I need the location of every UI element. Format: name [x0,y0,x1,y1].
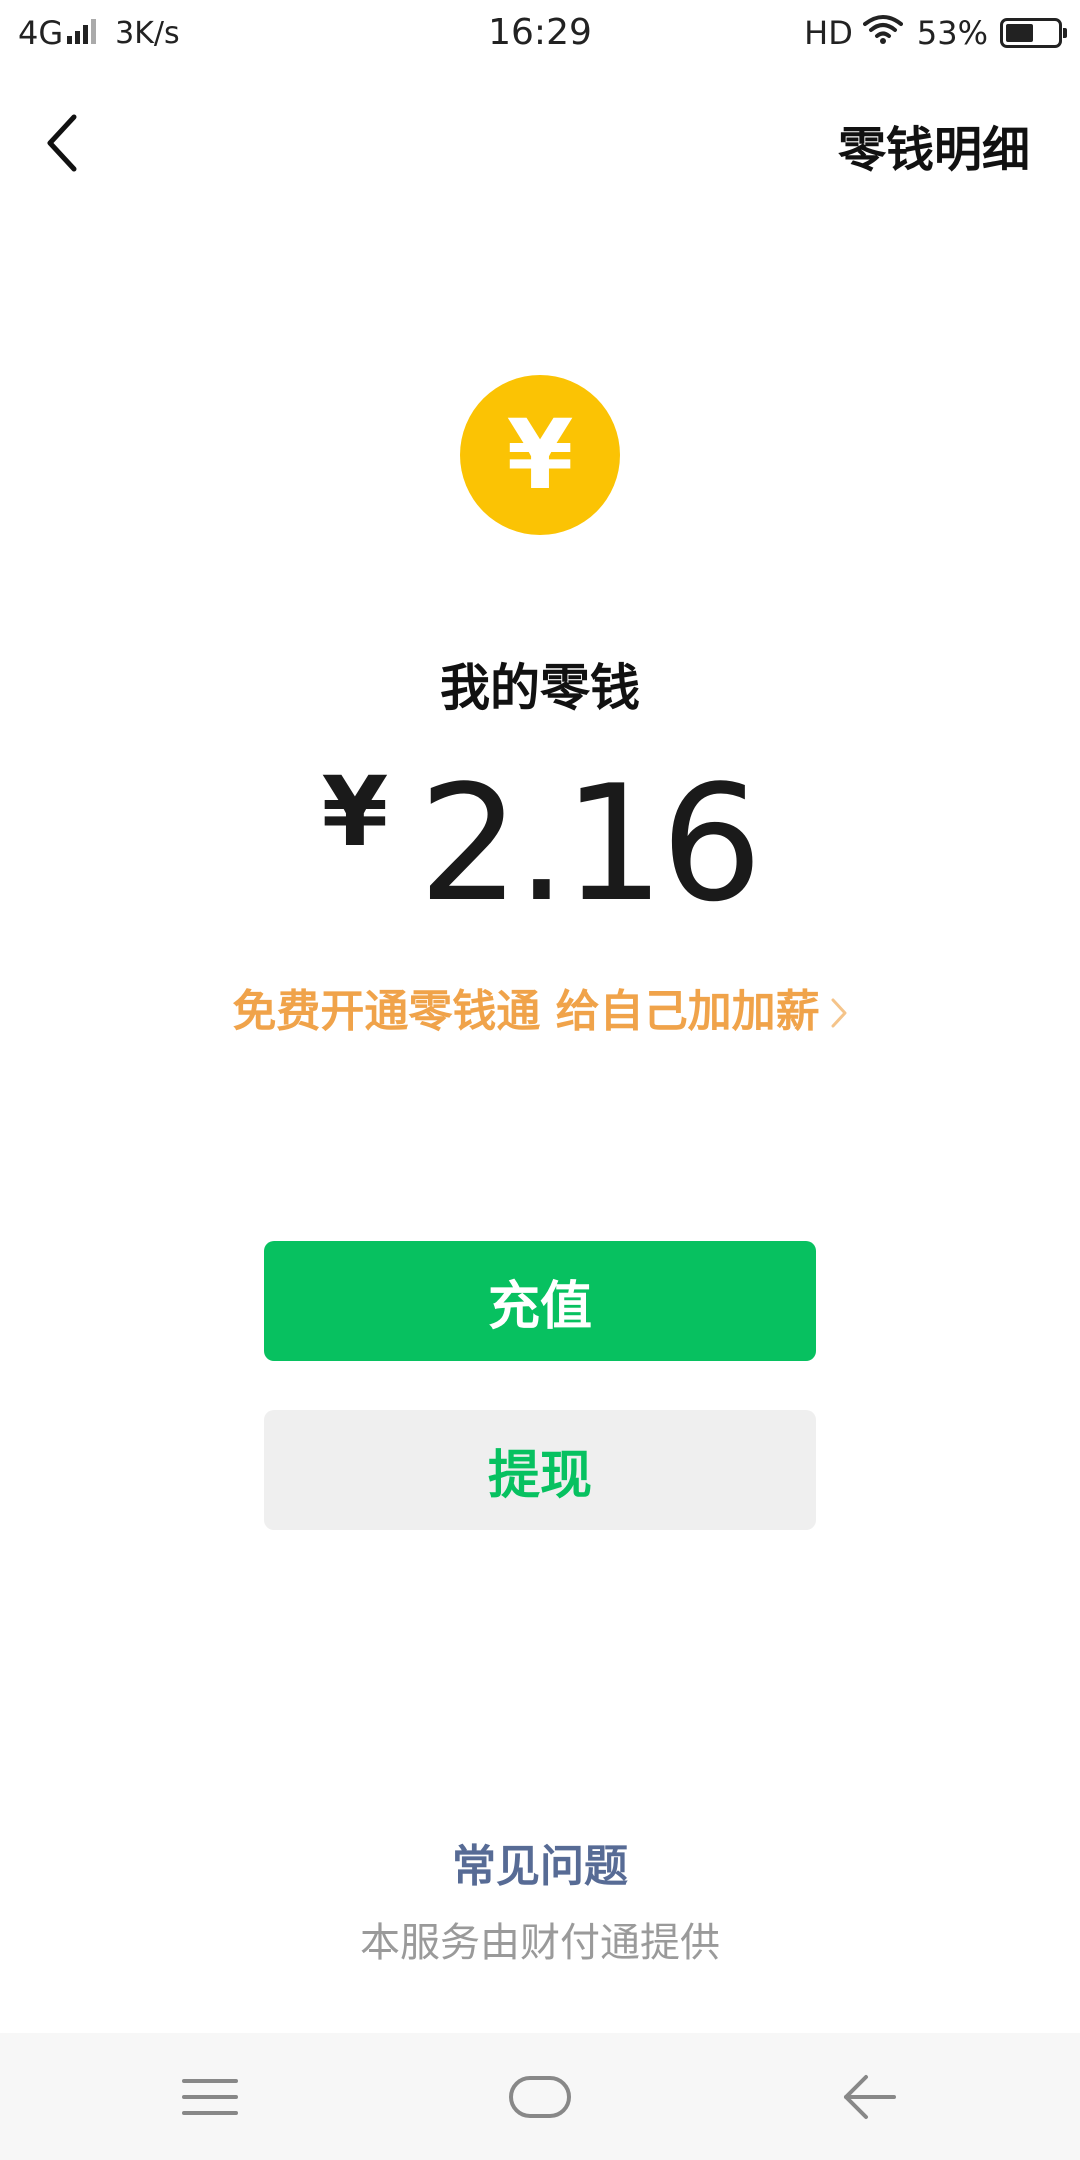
back-button[interactable] [32,108,92,178]
battery-icon [1000,18,1067,48]
balance-amount: 2.16 [418,750,762,937]
balance-details-link[interactable]: 零钱明细 [838,110,1030,180]
promo-link[interactable]: 免费开通零钱通 给自己加加薪 [0,975,1080,1040]
menu-icon [182,2078,238,2115]
nav-menu-button[interactable] [140,2033,280,2160]
battery-level [1006,24,1033,42]
battery-percent: 53% [916,14,988,52]
yuan-coin-icon: ¥ [460,375,620,535]
promo-text: 免费开通零钱通 给自己加加薪 [232,986,820,1037]
back-arrow-icon [844,2074,896,2119]
home-icon [509,2075,571,2118]
provider-note: 本服务由财付通提供 [360,1920,720,1966]
chevron-left-icon [47,114,77,172]
system-nav-bar [0,2033,1080,2160]
wifi-icon [862,14,903,52]
balance-amount-row: ¥2.16 [0,750,1080,937]
balance-title: 我的零钱 [440,659,640,717]
status-bar: 4G 3K/s 16:29 HD 53% [0,0,1080,72]
chevron-right-icon [830,989,848,1040]
status-right: HD 53% [804,14,1067,52]
nav-back-button[interactable] [800,2033,940,2160]
nav-home-button[interactable] [470,2033,610,2160]
hd-label: HD [804,14,853,52]
topup-button[interactable]: 充值 [264,1241,816,1361]
currency-symbol: ¥ [321,756,389,868]
withdraw-button[interactable]: 提现 [264,1410,816,1530]
faq-link[interactable]: 常见问题 [0,1830,1080,1894]
